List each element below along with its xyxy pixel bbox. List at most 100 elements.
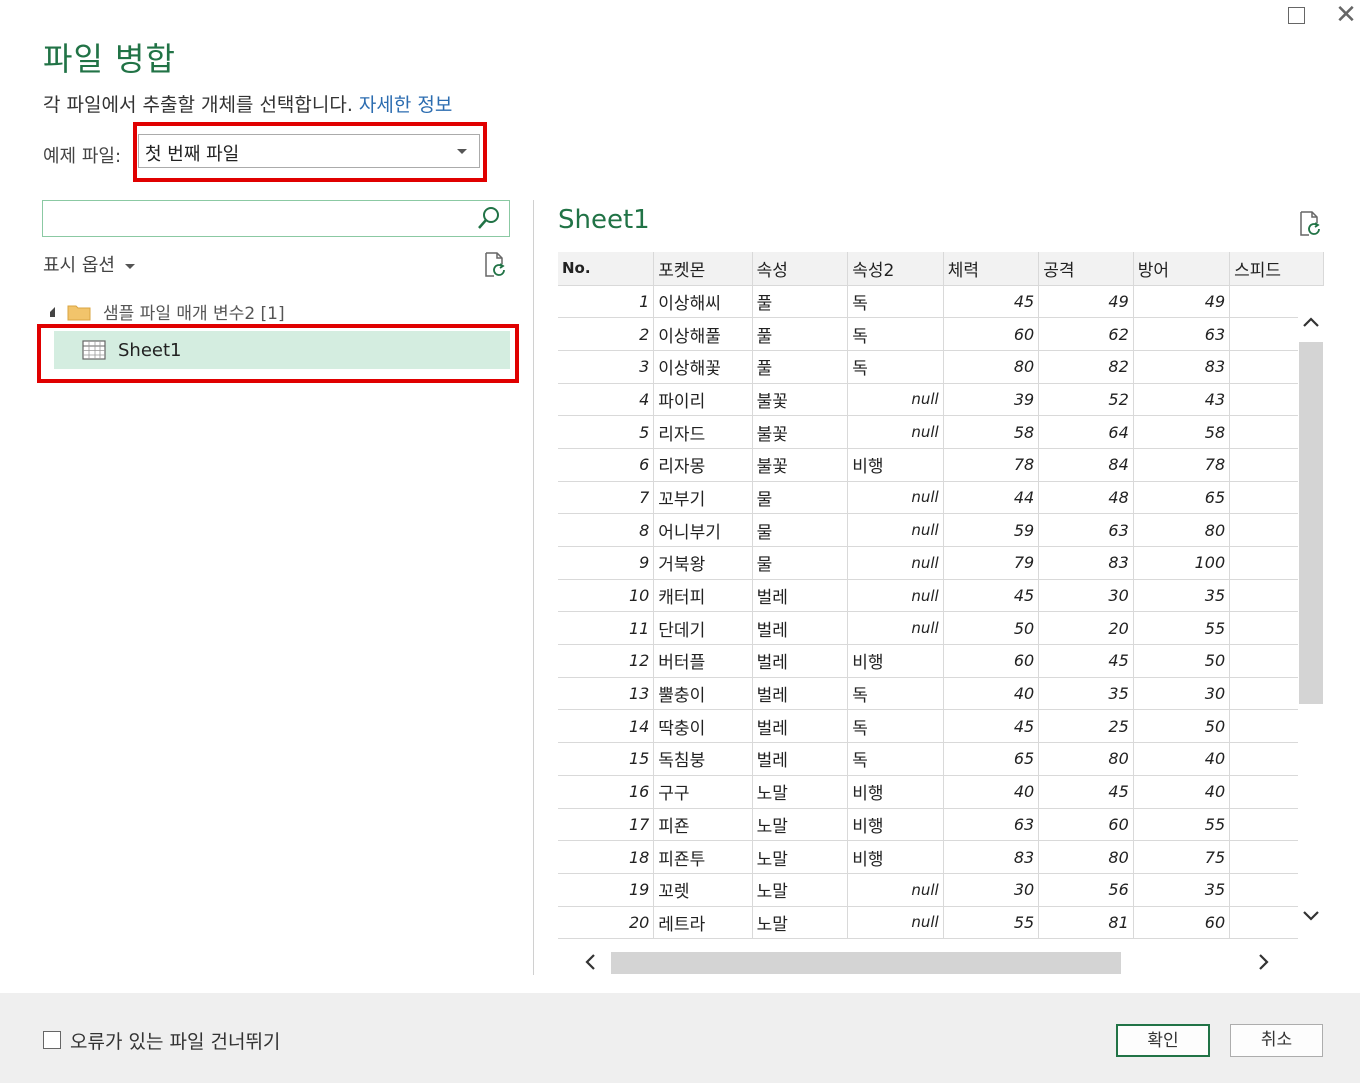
- preview-grid[interactable]: No. 포켓몬 속성 속성2 체력 공격 방어 스피드 1 이상해씨 풀 독 45 49 49 2 이상해풀 풀…: [558, 252, 1324, 976]
- table-cell: 이상해꽃: [653, 350, 753, 384]
- table-row: 7 꼬부기 물 null 44 48 65: [558, 481, 1324, 515]
- column-header[interactable]: 공격: [1038, 252, 1134, 286]
- table-cell: null: [847, 383, 944, 417]
- table-cell: 60: [943, 317, 1040, 351]
- table-row: 8 어니부기 물 null 59 63 80: [558, 513, 1324, 547]
- table-cell: 11: [558, 611, 655, 646]
- skip-errors-checkbox[interactable]: [43, 1031, 61, 1049]
- table-cell: null: [847, 546, 944, 580]
- table-cell: null: [847, 513, 944, 547]
- column-header[interactable]: 방어: [1133, 252, 1231, 286]
- tree-folder-item[interactable]: 샘플 파일 매개 변수2 [1]: [50, 299, 285, 324]
- table-cell: 83: [1038, 546, 1134, 580]
- table-row: 11 단데기 벌레 null 50 20 55: [558, 611, 1324, 646]
- table-cell: 노말: [752, 906, 849, 940]
- cancel-button[interactable]: 취소: [1230, 1024, 1323, 1057]
- table-row: 9 거북왕 물 null 79 83 100: [558, 546, 1324, 580]
- table-cell: 풀: [752, 285, 849, 319]
- table-cell: 15: [558, 742, 655, 776]
- expand-arrow-icon[interactable]: [50, 306, 55, 317]
- column-header[interactable]: 속성: [752, 252, 849, 286]
- scroll-left-icon[interactable]: [582, 953, 600, 971]
- table-row: 18 피죤투 노말 비행 83 80 75: [558, 840, 1324, 874]
- preview-table: No. 포켓몬 속성 속성2 체력 공격 방어 스피드 1 이상해씨 풀 독 45 49 49 2 이상해풀 풀…: [558, 252, 1324, 940]
- table-cell: 6: [558, 448, 655, 482]
- table-cell: 리자몽: [653, 448, 753, 482]
- table-cell: 7: [558, 481, 655, 515]
- table-cell: 비행: [847, 448, 944, 482]
- maximize-icon[interactable]: [1285, 4, 1307, 26]
- chevron-down-icon: [124, 263, 135, 269]
- vertical-scroll-thumb[interactable]: [1299, 342, 1323, 704]
- table-cell: 40: [943, 775, 1040, 809]
- table-cell: 독: [847, 677, 944, 711]
- ok-button[interactable]: 확인: [1116, 1024, 1210, 1057]
- vertical-scrollbar[interactable]: [1298, 286, 1324, 946]
- table-cell: 63: [943, 808, 1040, 842]
- table-row: 16 구구 노말 비행 40 45 40: [558, 775, 1324, 809]
- table-cell: 벌레: [752, 611, 849, 646]
- table-cell: 55: [1133, 611, 1231, 646]
- table-cell: 버터플: [653, 644, 753, 678]
- table-cell: 58: [943, 415, 1040, 449]
- table-cell: 79: [943, 546, 1040, 580]
- table-row: 14 딱충이 벌레 독 45 25 50: [558, 709, 1324, 744]
- table-cell: 18: [558, 840, 655, 874]
- table-cell: 물: [752, 513, 849, 547]
- table-cell: 83: [1133, 350, 1231, 384]
- table-cell: 45: [943, 579, 1040, 613]
- refresh-icon[interactable]: [1297, 210, 1323, 238]
- table-cell: 5: [558, 415, 655, 449]
- horizontal-scroll-thumb[interactable]: [611, 952, 1121, 974]
- table-cell: 8: [558, 513, 655, 547]
- table-cell: 63: [1133, 317, 1231, 351]
- table-cell: 피죤투: [653, 840, 753, 874]
- display-options-button[interactable]: 표시 옵션: [43, 251, 135, 277]
- column-header[interactable]: 속성2: [847, 252, 944, 286]
- table-cell: 물: [752, 481, 849, 515]
- table-cell: 80: [1133, 513, 1231, 547]
- table-cell: 65: [1133, 481, 1231, 515]
- table-cell: 55: [1133, 808, 1231, 842]
- table-cell: 58: [1133, 415, 1231, 449]
- column-header[interactable]: 체력: [943, 252, 1040, 286]
- table-cell: 벌레: [752, 579, 849, 613]
- close-icon[interactable]: ✕: [1335, 2, 1357, 28]
- scroll-up-icon[interactable]: [1302, 314, 1320, 332]
- table-row: 6 리자몽 불꽃 비행 78 84 78: [558, 448, 1324, 482]
- table-cell: 20: [1038, 611, 1134, 646]
- table-cell: 불꽃: [752, 448, 849, 482]
- table-cell: 19: [558, 873, 655, 907]
- table-cell: 1: [558, 285, 655, 319]
- table-cell: 단데기: [653, 611, 753, 646]
- learn-more-link[interactable]: 자세한 정보: [359, 94, 452, 116]
- column-header[interactable]: 스피드: [1229, 252, 1324, 286]
- table-cell: 14: [558, 709, 655, 744]
- table-cell: 78: [1133, 448, 1231, 482]
- column-header[interactable]: 포켓몬: [653, 252, 753, 286]
- table-cell: 12: [558, 644, 655, 678]
- table-cell: 풀: [752, 317, 849, 351]
- table-cell: 비행: [847, 775, 944, 809]
- table-cell: 59: [943, 513, 1040, 547]
- table-row: 10 캐터피 벌레 null 45 30 35: [558, 579, 1324, 613]
- folder-icon: [67, 305, 91, 320]
- refresh-icon[interactable]: [482, 251, 508, 279]
- table-cell: 84: [1038, 448, 1134, 482]
- table-cell: 45: [1038, 775, 1134, 809]
- table-cell: 꼬렛: [653, 873, 753, 907]
- table-cell: 60: [1038, 808, 1134, 842]
- table-cell: 20: [558, 906, 655, 940]
- column-header[interactable]: No.: [558, 252, 655, 286]
- scroll-right-icon[interactable]: [1254, 953, 1272, 971]
- table-cell: 52: [1038, 383, 1134, 417]
- table-cell: 4: [558, 383, 655, 417]
- search-icon[interactable]: [477, 206, 501, 230]
- scroll-down-icon[interactable]: [1302, 906, 1320, 924]
- table-cell: null: [847, 579, 944, 613]
- horizontal-scrollbar[interactable]: [558, 948, 1324, 976]
- table-cell: 56: [1038, 873, 1134, 907]
- search-box[interactable]: [42, 200, 510, 237]
- table-cell: 39: [943, 383, 1040, 417]
- table-cell: 10: [558, 579, 655, 613]
